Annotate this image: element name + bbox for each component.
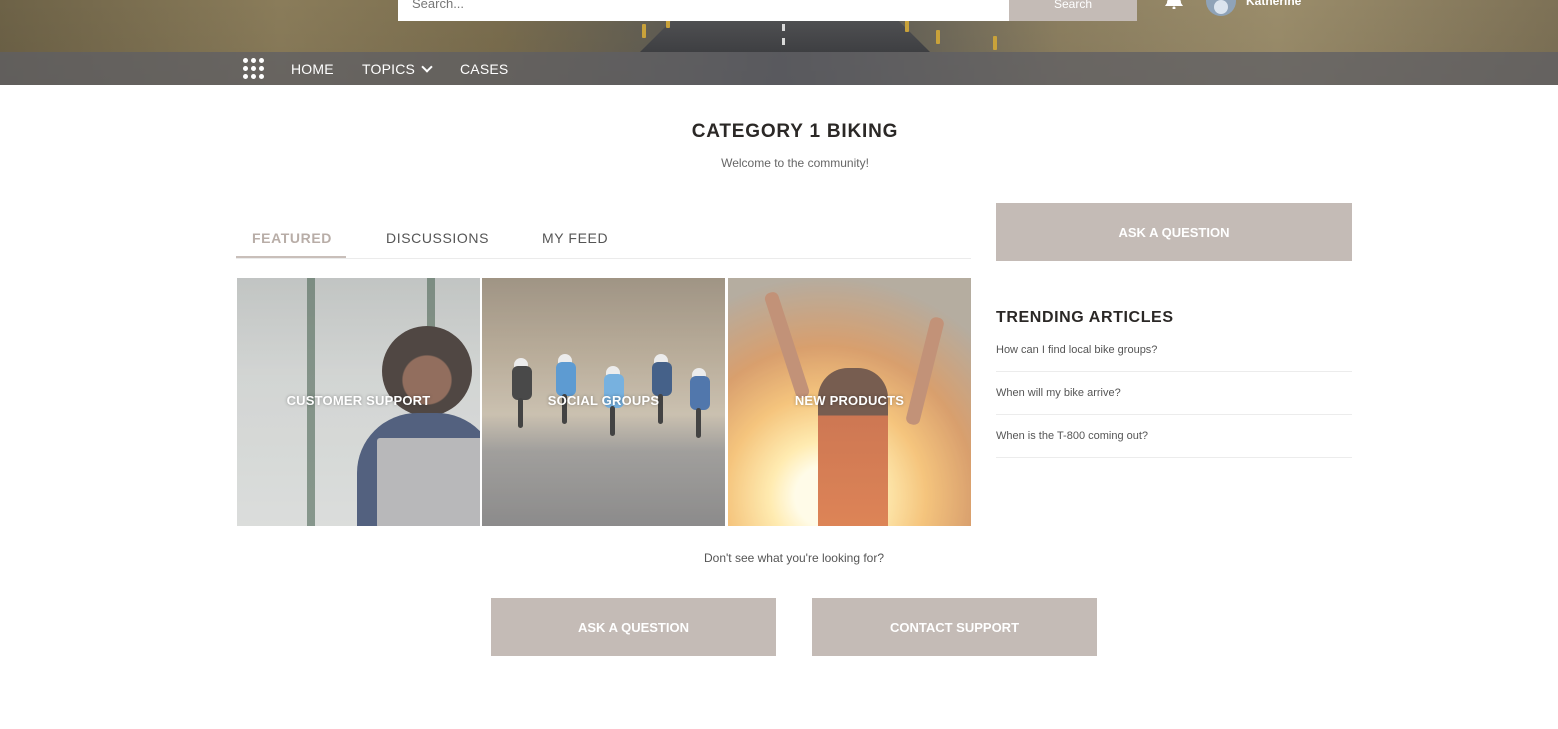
notification-bell-icon[interactable]	[1164, 0, 1184, 10]
search-input[interactable]: Search...	[398, 0, 1010, 21]
tab-featured[interactable]: FEATURED	[252, 230, 332, 246]
tile-label: NEW PRODUCTS	[794, 393, 905, 408]
tile-label: CUSTOMER SUPPORT	[286, 393, 431, 408]
trending-article-link[interactable]: When is the T-800 coming out?	[996, 415, 1352, 458]
avatar[interactable]	[1206, 0, 1236, 16]
road-post	[993, 36, 997, 50]
nav-bar: HOME TOPICS CASES	[0, 52, 1558, 85]
active-tab-indicator	[236, 256, 346, 258]
nav-cases[interactable]: CASES	[460, 61, 508, 77]
contact-support-button[interactable]: CONTACT SUPPORT	[812, 598, 1097, 656]
trending-article-link[interactable]: When will my bike arrive?	[996, 372, 1352, 415]
tile-new-products[interactable]: NEW PRODUCTS	[728, 278, 971, 526]
help-prompt: Don't see what you're looking for?	[703, 551, 885, 565]
header-banner: Search... Search Katherine HOME TOPICS C…	[0, 0, 1558, 85]
username[interactable]: Katherine	[1246, 0, 1301, 8]
nav-home[interactable]: HOME	[291, 61, 334, 77]
trending-article-link[interactable]: How can I find local bike groups?	[996, 329, 1352, 372]
nav-topics[interactable]: TOPICS	[362, 61, 433, 77]
tab-discussions[interactable]: DISCUSSIONS	[386, 230, 489, 246]
tile-customer-support[interactable]: CUSTOMER SUPPORT	[237, 278, 480, 526]
page-subtitle: Welcome to the community!	[721, 156, 869, 170]
road-post	[936, 30, 940, 44]
search-button[interactable]: Search	[1009, 0, 1137, 21]
ask-question-button-bottom[interactable]: ASK A QUESTION	[491, 598, 776, 656]
trending-articles-list: How can I find local bike groups? When w…	[996, 329, 1352, 458]
tab-my-feed[interactable]: MY FEED	[542, 230, 608, 246]
tile-social-groups[interactable]: SOCIAL GROUPS	[482, 278, 725, 526]
page-title: CATEGORY 1 BIKING	[691, 121, 899, 142]
tile-label: SOCIAL GROUPS	[547, 393, 660, 408]
tab-bar: FEATURED DISCUSSIONS MY FEED	[236, 220, 971, 259]
road-post	[642, 24, 646, 38]
road-stripe	[782, 38, 785, 45]
road-stripe	[782, 24, 785, 31]
trending-articles-heading: TRENDING ARTICLES	[996, 309, 1174, 326]
ask-question-button[interactable]: ASK A QUESTION	[996, 203, 1352, 261]
chevron-down-icon	[421, 61, 433, 73]
nav-topics-label: TOPICS	[362, 61, 416, 77]
app-launcher-icon[interactable]	[243, 58, 265, 80]
